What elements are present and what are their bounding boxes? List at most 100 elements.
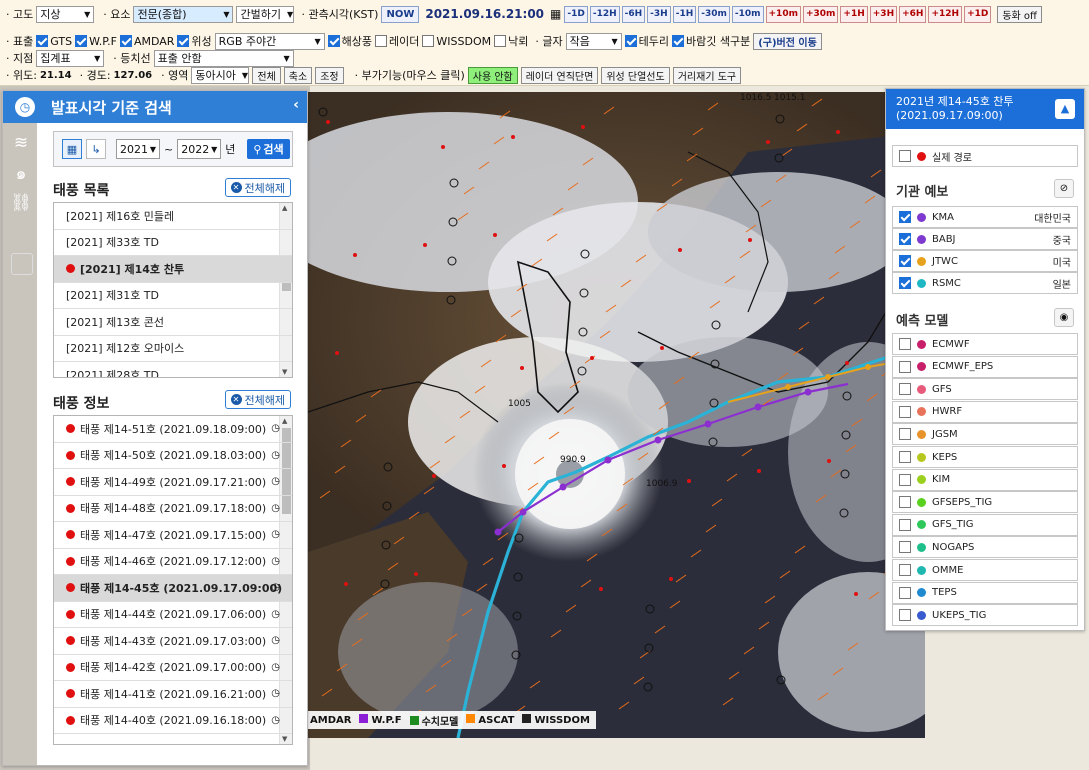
model-row[interactable]: HWRF (892, 400, 1078, 423)
clear-list-button[interactable]: ✕ 전체해제 (224, 178, 291, 197)
year-to-select[interactable]: 2022 ▼ (177, 139, 222, 159)
disabled-tool-button[interactable]: 사용 안함 (467, 66, 518, 84)
agency-row[interactable]: RSMC 일본 (892, 272, 1078, 294)
checkbox-icon[interactable] (899, 496, 911, 509)
time-step-button[interactable]: -12H (589, 5, 620, 23)
model-row[interactable]: TEPS (892, 581, 1078, 604)
typhoon-list-item[interactable]: [2021] 제31호 TD (54, 283, 292, 309)
checkbox-checked-icon[interactable] (899, 255, 911, 267)
checkbox-checked-icon[interactable] (899, 233, 911, 245)
rgb-select[interactable]: RGB 주야간 ▼ (214, 32, 325, 50)
radar-section-button[interactable]: 레이더 연직단면 (520, 66, 599, 84)
satellite-checkbox[interactable]: 위성 (177, 33, 212, 49)
distance-tool-button[interactable]: 거리재기 도구 (672, 66, 742, 84)
clock-icon[interactable]: ◷ (271, 503, 280, 514)
border-checkbox[interactable]: 테두리 (624, 33, 669, 49)
checkbox-icon[interactable] (899, 338, 911, 350)
time-step-button[interactable]: -3H (647, 5, 671, 23)
agency-row[interactable]: BABJ 중국 (892, 228, 1078, 250)
checkbox-icon[interactable] (899, 473, 911, 486)
typhoon-list-item[interactable]: [2021] 제28호 TD (54, 362, 292, 377)
now-button[interactable]: NOW (381, 5, 420, 23)
track-point[interactable] (604, 456, 612, 464)
model-row[interactable]: GFSEPS_TIG (892, 491, 1078, 514)
checkbox-icon[interactable] (899, 150, 911, 162)
track-point[interactable] (494, 528, 502, 536)
time-step-button[interactable]: -10m (731, 5, 764, 23)
calendar-icon[interactable]: ▦ (62, 139, 82, 159)
clock-icon[interactable]: ◷ (271, 529, 280, 540)
typhoon-info-item[interactable]: 태풍 제14-51호 (2021.09.18.09:00) ◷ (54, 416, 292, 443)
clock-icon[interactable]: ◷ (271, 450, 280, 461)
actual-track-row[interactable]: 실제 경로 (892, 145, 1078, 167)
eye-off-icon[interactable]: ⊘ (1054, 179, 1074, 198)
time-step-button[interactable]: +30m (802, 5, 839, 23)
track-point[interactable] (825, 374, 831, 380)
typhoon-list-item[interactable]: [2021] 제14호 찬투 (54, 256, 292, 283)
typhoon-info-item[interactable]: 태풍 제14-45호 (2021.09.17.09:00) ◷ (54, 575, 292, 602)
scroll-down-icon[interactable]: ▼ (282, 735, 287, 743)
track-point[interactable] (704, 420, 712, 428)
interval-select[interactable]: 간벌하기 ▼ (236, 5, 295, 23)
model-row[interactable]: GFS (892, 378, 1078, 401)
time-step-button[interactable]: +12H (928, 5, 963, 23)
agency-row[interactable]: JTWC 미국 (892, 250, 1078, 272)
track-point[interactable] (785, 384, 791, 390)
collapse-icon[interactable]: ‹ (293, 97, 299, 113)
time-step-button[interactable]: +1H (840, 5, 868, 23)
checkbox-icon[interactable] (899, 383, 911, 396)
time-step-button[interactable]: +1D (964, 5, 992, 23)
typhoon-info-item[interactable]: 태풍 제14-41호 (2021.09.16.21:00) ◷ (54, 681, 292, 708)
sat-section-button[interactable]: 위성 단열선도 (601, 66, 670, 84)
typhoon-info-item[interactable]: 태풍 제14-50호 (2021.09.18.03:00) ◷ (54, 443, 292, 469)
point-select[interactable]: 집계표 ▼ (36, 49, 105, 67)
model-row[interactable]: UKEPS_TIG (892, 604, 1078, 627)
typhoon-icon[interactable]: ๑ (11, 163, 31, 184)
clock-icon[interactable]: ◷ (271, 556, 280, 567)
wpf-checkbox[interactable]: W.P.F (75, 35, 117, 48)
typhoon-info-item[interactable]: 태풍 제14-48호 (2021.09.17.18:00) ◷ (54, 496, 292, 522)
track-point[interactable] (754, 403, 762, 411)
typhoon-info-item[interactable]: 태풍 제14-47호 (2021.09.17.15:00) ◷ (54, 522, 292, 549)
element-select[interactable]: 전문(종합) ▼ (133, 5, 234, 23)
checkbox-icon[interactable] (899, 428, 911, 441)
time-step-button[interactable]: +6H (899, 5, 927, 23)
square-icon[interactable] (11, 253, 33, 275)
model-row[interactable]: KIM (892, 468, 1078, 491)
track-point[interactable] (654, 436, 662, 444)
checkbox-icon[interactable] (899, 518, 911, 531)
time-step-button[interactable]: +3H (869, 5, 898, 23)
agency-row[interactable]: KMA 대한민국 (892, 206, 1078, 228)
radar-checkbox[interactable]: 레이더 (375, 33, 419, 49)
clock-icon[interactable]: ◷ (271, 423, 280, 434)
model-row[interactable]: KEPS (892, 446, 1078, 468)
share-icon[interactable]: ⛓ (10, 193, 32, 213)
checkbox-icon[interactable] (899, 405, 911, 418)
eye-icon[interactable]: ◉ (1054, 308, 1074, 327)
typhoon-list-item[interactable]: [2021] 제33호 TD (54, 230, 292, 256)
track-icon[interactable]: ↳ (86, 139, 106, 159)
region-select[interactable]: 동아시아 ▼ (191, 66, 250, 84)
all-button[interactable]: 전체 (252, 66, 281, 84)
checkbox-icon[interactable] (899, 586, 911, 599)
calendar-icon[interactable]: ▦ (550, 7, 561, 21)
track-point[interactable] (865, 364, 871, 370)
typhoon-list-item[interactable]: [2021] 제13호 콘선 (54, 309, 292, 336)
time-step-button[interactable]: -1H (672, 5, 697, 23)
typhoon-info-item[interactable]: 태풍 제14-44호 (2021.09.17.06:00) ◷ (54, 602, 292, 628)
adjust-button[interactable]: 조정 (315, 66, 344, 84)
altitude-select[interactable]: 지상 ▼ (36, 5, 95, 23)
animation-toggle-button[interactable]: 동화 off (997, 5, 1042, 23)
clock-icon[interactable]: ◷ (271, 635, 280, 646)
gts-checkbox[interactable]: GTS (36, 35, 72, 48)
chevron-up-icon[interactable]: ▲ (1055, 99, 1075, 119)
year-from-select[interactable]: 2021 ▼ (116, 139, 160, 159)
checkbox-icon[interactable] (899, 360, 911, 373)
typhoon-info-item[interactable]: 태풍 제14-46호 (2021.09.17.12:00) ◷ (54, 549, 292, 575)
model-row[interactable]: JGSM (892, 423, 1078, 446)
time-step-button[interactable]: -1D (564, 5, 588, 23)
clock-icon[interactable]: ◷ (271, 715, 280, 726)
contour-select[interactable]: 표출 안함 ▼ (153, 49, 294, 67)
track-point[interactable] (559, 483, 567, 491)
sea-wind-checkbox[interactable]: 해상풍 (327, 33, 372, 49)
